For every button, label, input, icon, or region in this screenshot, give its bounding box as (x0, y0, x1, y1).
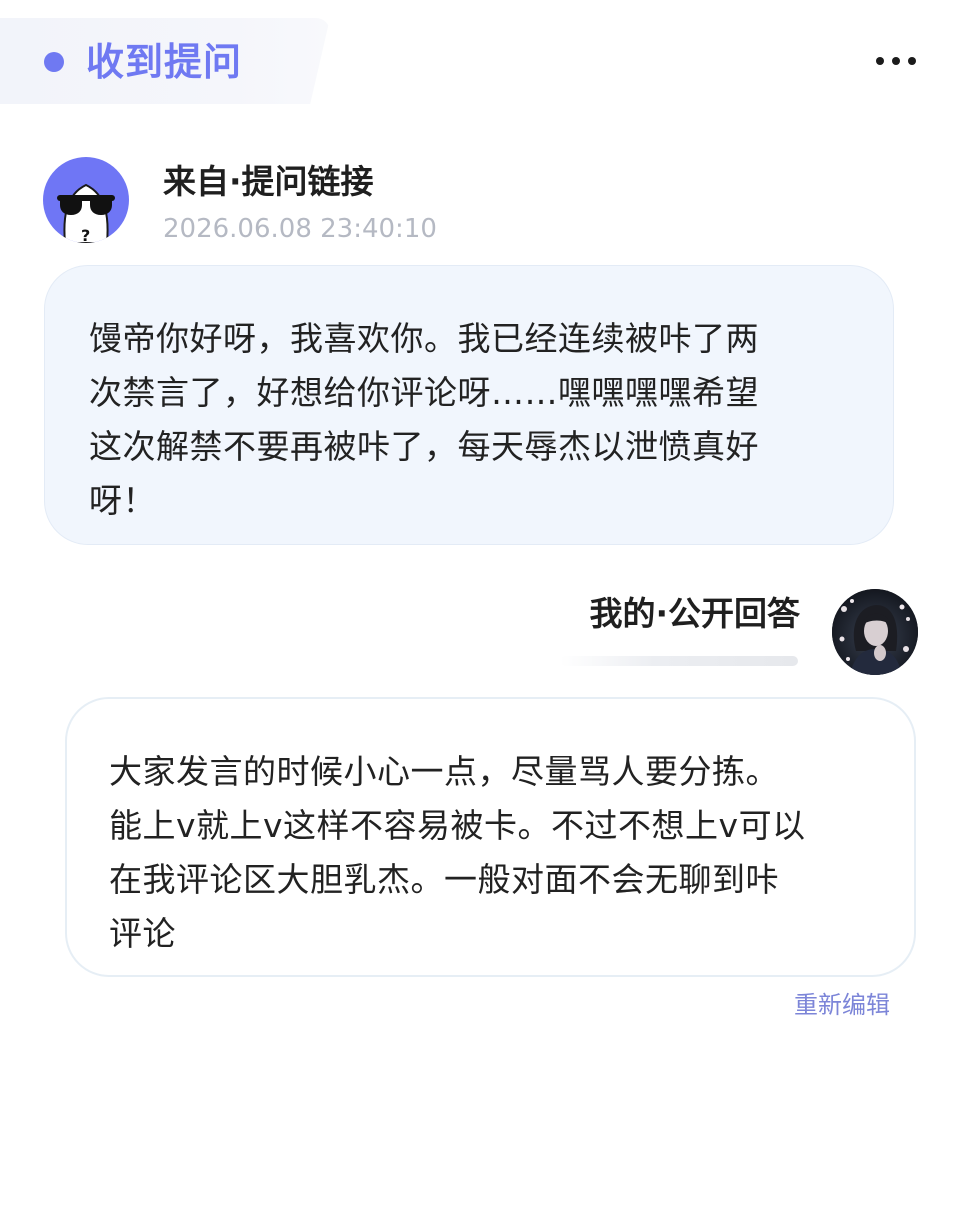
user-avatar[interactable] (832, 589, 918, 675)
question-source-label: 来自·提问链接 (163, 162, 374, 201)
question-timestamp: 2026.06.08 23:40:10 (163, 214, 437, 244)
answer-text: 大家发言的时候小心一点，尽量骂人要分拣。 能上v就上v这样不容易被卡。不过不想上… (109, 752, 806, 953)
answer-bubble: 大家发言的时候小心一点，尽量骂人要分拣。 能上v就上v这样不容易被卡。不过不想上… (65, 697, 916, 977)
anonymous-avatar: ? (43, 157, 129, 243)
more-options-icon[interactable] (876, 46, 916, 76)
question-bubble: 馒帝你好呀，我喜欢你。我已经连续被咔了两 次禁言了，好想给你评论呀……嘿嘿嘿嘿希… (44, 265, 894, 545)
page-title: 收到提问 (86, 40, 243, 84)
svg-text:?: ? (81, 226, 90, 243)
question-detail-page: 收到提问 ? 来自·提问链接 2026.06.08 23:40:10 馒帝你好呀… (0, 0, 960, 1221)
reedit-link[interactable]: 重新编辑 (794, 988, 890, 1022)
answer-label: 我的·公开回答 (589, 594, 800, 633)
question-text: 馒帝你好呀，我喜欢你。我已经连续被咔了两 次禁言了，好想给你评论呀……嘿嘿嘿嘿希… (89, 319, 759, 520)
anonymous-sunglasses-icon: ? (57, 183, 115, 243)
header-dot-icon (44, 52, 64, 72)
answer-label-underline (560, 656, 798, 666)
